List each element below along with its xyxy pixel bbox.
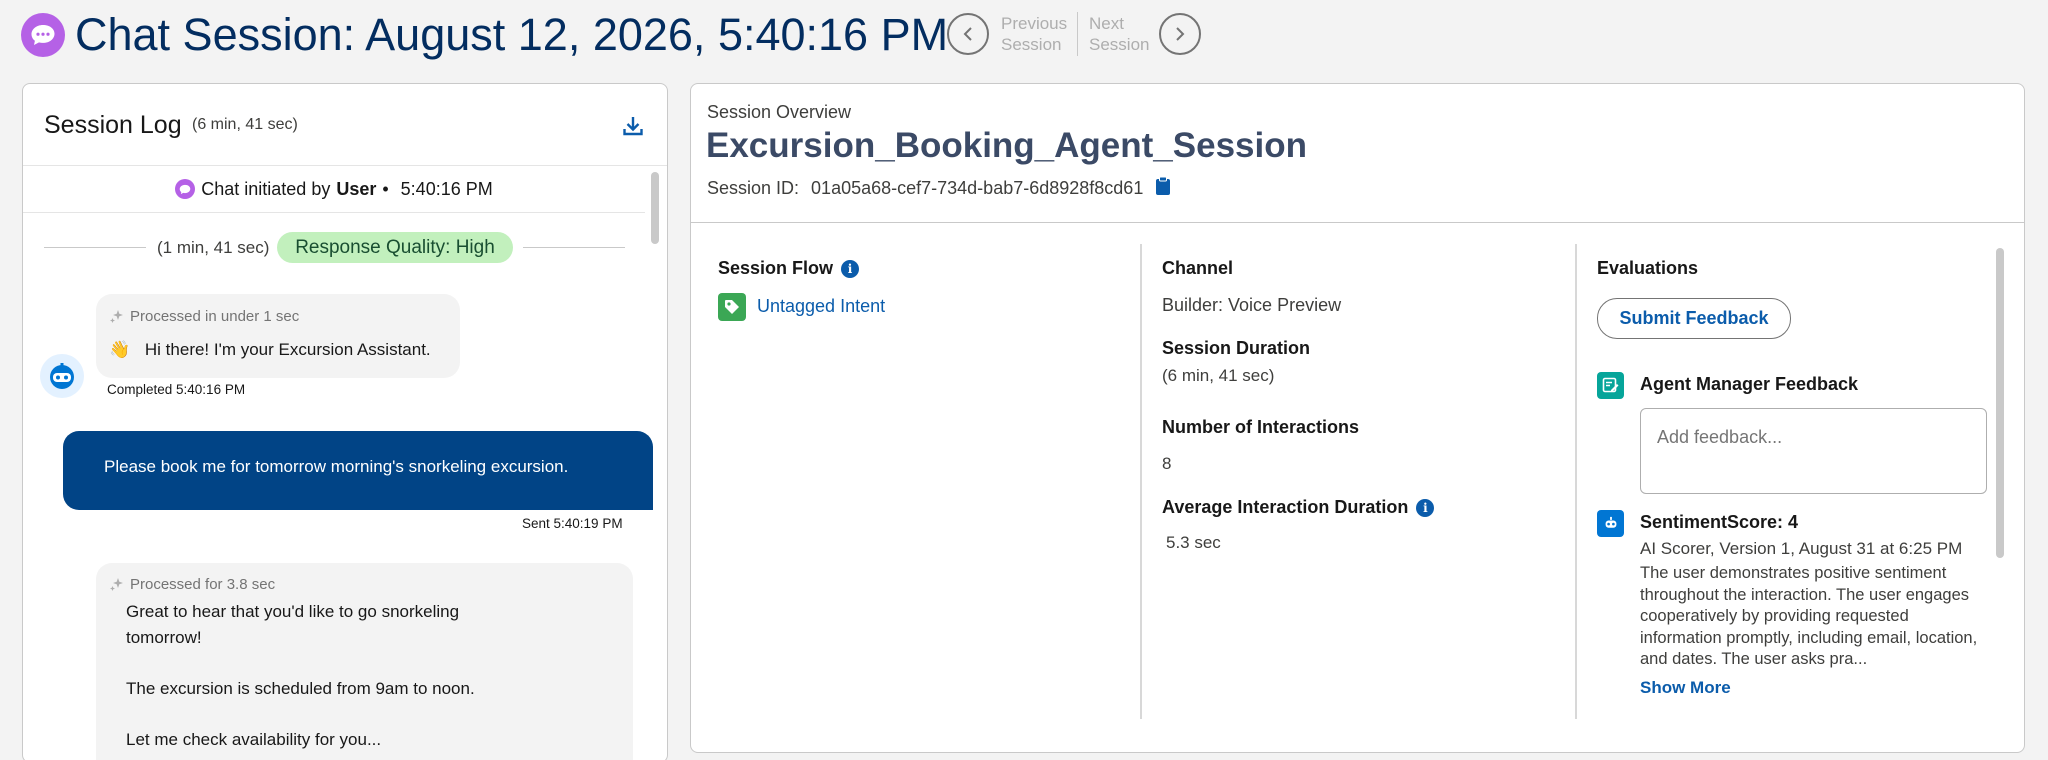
page-title: Chat Session: August 12, 2026, 5:40:16 P… [75,9,949,60]
submit-feedback-button[interactable]: Submit Feedback [1597,298,1791,339]
session-name: Excursion_Booking_Agent_Session [706,126,1307,165]
chevron-right-icon [1176,27,1185,41]
session-duration-heading: Session Duration [1162,338,1311,358]
interactions-heading: Number of Interactions [1162,417,1360,437]
message-status: Sent 5:40:19 PM [522,516,623,531]
previous-session-label[interactable]: Previous Session [1001,13,1067,55]
overview-label: Session Overview [707,102,852,122]
user-message-text: Please book me for tomorrow morning's sn… [104,457,569,476]
scorer-info: AI Scorer, Version 1, August 31 at 6:25 … [1640,539,1963,558]
agent-message-line: Great to hear that you'd like to go snor… [126,602,460,621]
session-id-label: Session ID: [707,178,800,198]
agent-manager-feedback-heading: Agent Manager Feedback [1640,374,1859,394]
session-log-header: Session Log (6 min, 41 sec) [23,84,667,166]
session-log-scroll-thumb[interactable] [651,172,659,244]
interactions-value: 8 [1162,454,1172,473]
sentiment-score-heading: SentimentScore: 4 [1640,512,1799,532]
evaluations-heading: Evaluations [1597,258,1699,278]
session-id-row: Session ID: 01a05a68-cef7-734d-bab7-6d89… [707,176,1171,201]
agent-message-line: The excursion is scheduled from 9am to n… [126,679,475,698]
agent-message-text: 👋 Hi there! I'm your Excursion Assistant… [109,340,431,359]
column-separator [1140,244,1142,719]
sparkle-icon [110,309,123,323]
channel-value: Builder: Voice Preview [1162,295,1342,315]
avg-duration-value: 5.3 sec [1166,533,1221,552]
avg-duration-heading: Average Interaction Duration i [1162,497,1435,518]
session-duration-value: (6 min, 41 sec) [1162,366,1275,385]
user-message-bubble: Please book me for tomorrow morning's sn… [63,431,653,510]
chat-initiated-row: Chat initiated by User • 5:40:16 PM [23,166,645,213]
processed-info: Processed for 3.8 sec [109,576,275,593]
download-icon [623,117,643,136]
nav-divider [1077,12,1078,56]
next-session-label[interactable]: Next Session [1089,13,1149,55]
session-log-title: Session Log [44,111,182,139]
session-flow-heading: Session Flow i [718,258,860,279]
initiated-by: User [336,178,377,199]
initiated-time: 5:40:16 PM [400,178,493,199]
channel-heading: Channel [1162,258,1234,278]
agent-message-line: tomorrow! [126,628,202,647]
tag-icon [718,293,746,321]
next-session-button[interactable] [1159,13,1201,55]
quality-duration: (1 min, 41 sec) [157,238,270,257]
wave-emoji: 👋 [109,340,131,359]
chevron-left-icon [963,27,972,41]
session-log-panel: Session Log (6 min, 41 sec) Chat initiat… [22,83,668,760]
overview-divider [691,222,2024,223]
previous-session-button[interactable] [947,13,989,55]
feedback-input[interactable] [1640,408,1987,494]
sentiment-description: The user demonstrates positive sentiment… [1640,564,1978,668]
copy-button[interactable] [1155,176,1171,201]
download-button[interactable] [621,114,645,138]
divider-right [523,247,625,248]
agent-message-bubble [96,294,460,378]
sparkle-icon [110,577,123,591]
agent-message-line: Let me check availability for you... [126,730,382,749]
info-icon[interactable]: i [841,259,860,278]
info-icon[interactable]: i [1416,498,1435,517]
robot-icon [50,363,74,389]
initiated-separator: • [382,178,389,199]
chat-app-icon [21,13,65,57]
clipboard-icon [1156,176,1171,195]
untagged-intent-link[interactable]: Untagged Intent [757,296,885,317]
divider-left [44,247,146,248]
session-log-duration: (6 min, 41 sec) [192,116,298,133]
ai-scorer-icon [1597,510,1624,537]
response-quality-badge: Response Quality: High [277,232,513,263]
chat-bubble-icon [175,179,196,199]
session-overview-panel: Session Overview Excursion_Booking_Agent… [690,83,2025,753]
column-separator [1575,244,1577,719]
feedback-icon [1597,372,1624,399]
session-id-value: 01a05a68-cef7-734d-bab7-6d8928f8cd61 [811,178,1144,198]
initiated-prefix: Chat initiated by [201,178,331,199]
message-status: Completed 5:40:16 PM [107,382,246,397]
agent-avatar [40,354,84,398]
evaluations-scroll-thumb[interactable] [1996,248,2004,558]
show-more-link[interactable]: Show More [1640,678,1731,698]
processed-info: Processed in under 1 sec [109,308,299,325]
